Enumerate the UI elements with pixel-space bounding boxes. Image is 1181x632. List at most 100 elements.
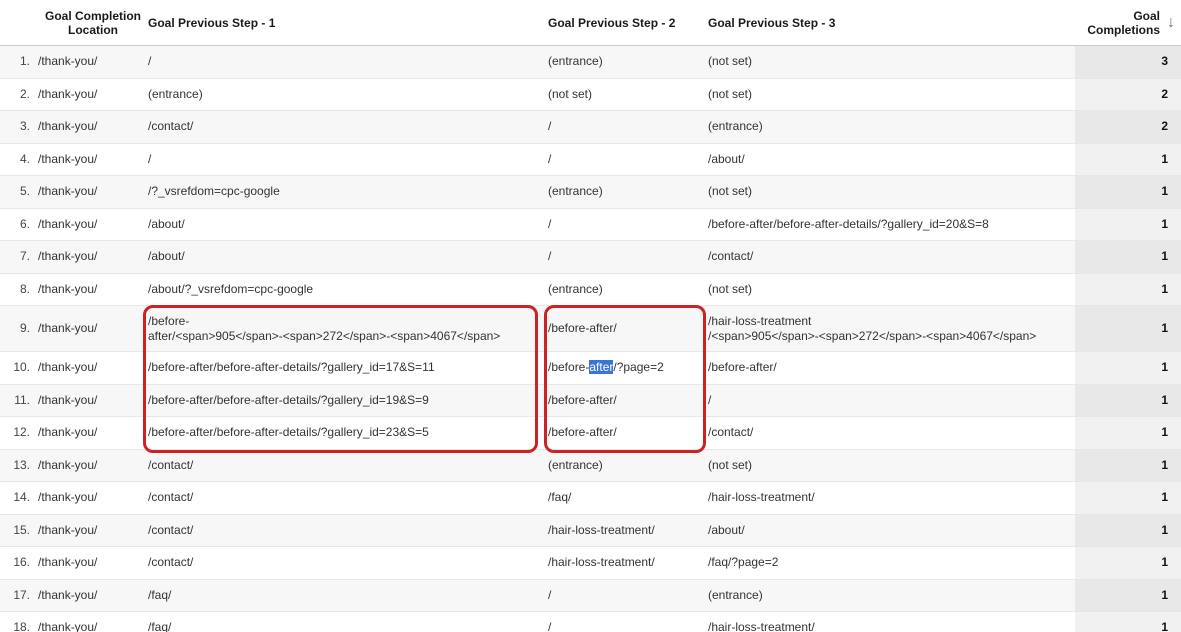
row-index: 2. bbox=[20, 87, 30, 102]
table-row: 10. /thank-you/ /before-after/before-aft… bbox=[0, 352, 1181, 385]
cell-goal-previous-step-3: /contact/ bbox=[708, 249, 753, 264]
header-goal-previous-step-1[interactable]: Goal Previous Step - 1 bbox=[148, 0, 548, 45]
row-index: 3. bbox=[20, 119, 30, 134]
cell-goal-completions: 1 bbox=[1161, 321, 1168, 336]
cell-goal-previous-step-1: /about/ bbox=[148, 249, 185, 264]
cell-goal-previous-step-3: /before-after/ bbox=[708, 360, 777, 375]
cell-goal-previous-step-1: /before-after/before-after-details/?gall… bbox=[148, 360, 435, 375]
cell-goal-completion-location: /thank-you/ bbox=[38, 490, 97, 505]
cell-goal-completion-location: /thank-you/ bbox=[38, 555, 97, 570]
cell-goal-previous-step-2: (entrance) bbox=[548, 184, 603, 199]
cell-goal-previous-step-2: / bbox=[548, 217, 551, 232]
cell-goal-completions: 1 bbox=[1161, 217, 1168, 232]
row-index: 13. bbox=[13, 458, 30, 473]
cell-goal-completion-location: /thank-you/ bbox=[38, 282, 97, 297]
cell-goal-previous-step-1: /faq/ bbox=[148, 620, 171, 632]
cell-goal-previous-step-3: /hair-loss-treatment/ bbox=[708, 620, 815, 632]
cell-goal-previous-step-2: / bbox=[548, 620, 551, 632]
cell-goal-previous-step-3: /before-after/before-after-details/?gall… bbox=[708, 217, 989, 232]
table-row: 4. /thank-you/ / / /about/ 1 bbox=[0, 144, 1181, 177]
cell-goal-previous-step-3: (entrance) bbox=[708, 119, 763, 134]
selection-prefix-text: /before- bbox=[548, 360, 589, 374]
cell-goal-previous-step-2: / bbox=[548, 249, 551, 264]
cell-goal-previous-step-1: / bbox=[148, 54, 151, 69]
header-goal-completions[interactable]: Goal Completions ↓ bbox=[1075, 0, 1181, 45]
cell-goal-completions: 2 bbox=[1161, 87, 1168, 102]
cell-goal-completion-location: /thank-you/ bbox=[38, 217, 97, 232]
table-row: 8. /thank-you/ /about/?_vsrefdom=cpc-goo… bbox=[0, 274, 1181, 307]
cell-goal-completion-location: /thank-you/ bbox=[38, 249, 97, 264]
cell-goal-previous-step-1: /before- after/<span>905</span>-<span>27… bbox=[148, 314, 500, 344]
table-row: 13. /thank-you/ /contact/ (entrance) (no… bbox=[0, 450, 1181, 483]
cell-goal-previous-step-1: /before-after/before-after-details/?gall… bbox=[148, 393, 429, 408]
cell-goal-completions: 2 bbox=[1161, 119, 1168, 134]
header-goal-previous-step-1-label: Goal Previous Step - 1 bbox=[148, 16, 275, 30]
header-goal-previous-step-3[interactable]: Goal Previous Step - 3 bbox=[708, 0, 1075, 45]
cell-goal-completions: 1 bbox=[1161, 360, 1168, 375]
cell-goal-completions: 3 bbox=[1161, 54, 1168, 69]
cell-goal-previous-step-2: (entrance) bbox=[548, 54, 603, 69]
table-row: 17. /thank-you/ /faq/ / (entrance) 1 bbox=[0, 580, 1181, 613]
cell-goal-completion-location: /thank-you/ bbox=[38, 321, 97, 336]
cell-goal-completion-location: /thank-you/ bbox=[38, 152, 97, 167]
cell-goal-completion-location: /thank-you/ bbox=[38, 54, 97, 69]
row-index: 5. bbox=[20, 184, 30, 199]
table-row: 11. /thank-you/ /before-after/before-aft… bbox=[0, 385, 1181, 418]
cell-goal-previous-step-3: (not set) bbox=[708, 458, 752, 473]
cell-goal-previous-step-1: /faq/ bbox=[148, 588, 171, 603]
cell-goal-previous-step-3: (entrance) bbox=[708, 588, 763, 603]
cell-goal-completion-location: /thank-you/ bbox=[38, 523, 97, 538]
table-row: 5. /thank-you/ /?_vsrefdom=cpc-google (e… bbox=[0, 176, 1181, 209]
cell-goal-previous-step-3: /hair-loss-treatment /<span>905</span>-<… bbox=[708, 314, 1036, 344]
cell-goal-completion-location: /thank-you/ bbox=[38, 458, 97, 473]
cell-goal-completions: 1 bbox=[1161, 249, 1168, 264]
cell-goal-previous-step-3: /about/ bbox=[708, 152, 745, 167]
table-header-row: Goal Completion Location Goal Previous S… bbox=[0, 0, 1181, 46]
header-goal-previous-step-2-label: Goal Previous Step - 2 bbox=[548, 16, 675, 30]
table-row: 15. /thank-you/ /contact/ /hair-loss-tre… bbox=[0, 515, 1181, 548]
header-goal-completions-label: Goal Completions bbox=[1080, 9, 1160, 37]
header-goal-completion-location[interactable]: Goal Completion Location bbox=[38, 0, 148, 45]
header-goal-previous-step-2[interactable]: Goal Previous Step - 2 bbox=[548, 0, 708, 45]
cell-goal-completions: 1 bbox=[1161, 425, 1168, 440]
cell-goal-previous-step-3: / bbox=[708, 393, 711, 408]
cell-goal-previous-step-1: / bbox=[148, 152, 151, 167]
header-row-number bbox=[0, 0, 38, 45]
cell-goal-completions: 1 bbox=[1161, 152, 1168, 167]
cell-goal-previous-step-3: (not set) bbox=[708, 184, 752, 199]
cell-goal-previous-step-3: (not set) bbox=[708, 87, 752, 102]
cell-goal-completions: 1 bbox=[1161, 458, 1168, 473]
cell-goal-previous-step-1: /contact/ bbox=[148, 523, 193, 538]
cell-goal-previous-step-2: /hair-loss-treatment/ bbox=[548, 523, 655, 538]
cell-goal-previous-step-2: /before-after/ bbox=[548, 425, 617, 440]
cell-goal-previous-step-1: /about/?_vsrefdom=cpc-google bbox=[148, 282, 313, 297]
row-index: 4. bbox=[20, 152, 30, 167]
sort-descending-icon[interactable]: ↓ bbox=[1167, 15, 1175, 31]
cell-goal-previous-step-2: /before-after/ bbox=[548, 393, 617, 408]
cell-goal-completion-location: /thank-you/ bbox=[38, 184, 97, 199]
table-row: 14. /thank-you/ /contact/ /faq/ /hair-lo… bbox=[0, 482, 1181, 515]
header-goal-previous-step-3-label: Goal Previous Step - 3 bbox=[708, 16, 835, 30]
table-body: 1. /thank-you/ / (entrance) (not set) 3 … bbox=[0, 46, 1181, 632]
cell-goal-previous-step-2: / bbox=[548, 588, 551, 603]
cell-goal-previous-step-2: (entrance) bbox=[548, 458, 603, 473]
table-row: 7. /thank-you/ /about/ / /contact/ 1 bbox=[0, 241, 1181, 274]
cell-goal-previous-step-1: /contact/ bbox=[148, 555, 193, 570]
row-index: 16. bbox=[13, 555, 30, 570]
cell-goal-completion-location: /thank-you/ bbox=[38, 119, 97, 134]
cell-goal-previous-step-1: /before-after/before-after-details/?gall… bbox=[148, 425, 429, 440]
selected-text: after bbox=[589, 360, 613, 374]
row-index: 12. bbox=[13, 425, 30, 440]
table-row: 6. /thank-you/ /about/ / /before-after/b… bbox=[0, 209, 1181, 242]
cell-goal-previous-step-1: (entrance) bbox=[148, 87, 203, 102]
cell-goal-previous-step-1: /contact/ bbox=[148, 458, 193, 473]
table-row: 9. /thank-you/ /before- after/<span>905<… bbox=[0, 306, 1181, 352]
row-index: 17. bbox=[13, 588, 30, 603]
row-index: 9. bbox=[20, 321, 30, 336]
row-index: 14. bbox=[13, 490, 30, 505]
table-row: 18. /thank-you/ /faq/ / /hair-loss-treat… bbox=[0, 612, 1181, 632]
cell-goal-completions: 1 bbox=[1161, 620, 1168, 632]
table-row: 3. /thank-you/ /contact/ / (entrance) 2 bbox=[0, 111, 1181, 144]
cell-goal-completions: 1 bbox=[1161, 555, 1168, 570]
cell-goal-completion-location: /thank-you/ bbox=[38, 87, 97, 102]
